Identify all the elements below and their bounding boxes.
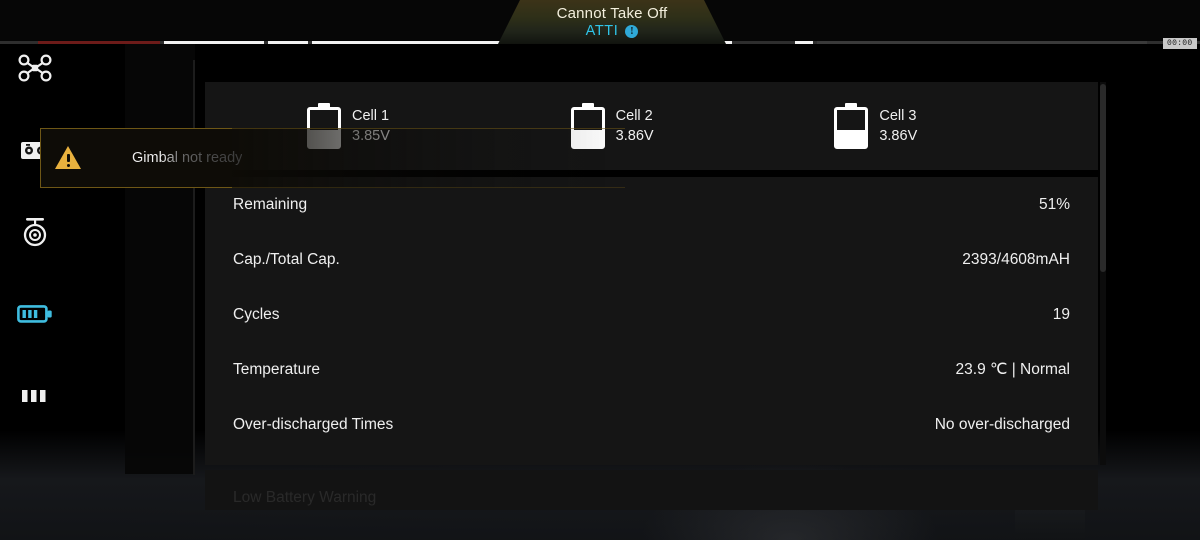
row-label: Cycles: [233, 305, 280, 323]
progress-segment-red: [38, 41, 160, 44]
cell-battery-icon: [834, 103, 869, 149]
flight-mode-text: ATTI: [585, 23, 619, 39]
row-value: No over-discharged: [934, 415, 1070, 433]
progress-segment-4: [795, 41, 813, 44]
table-row: Cycles 19: [205, 287, 1098, 342]
sidebar-item-battery[interactable]: [0, 286, 70, 342]
cell-label: Cell 2: [615, 108, 653, 124]
battery-details-panel: Remaining 51% Cap./Total Cap. 2393/4608m…: [205, 177, 1098, 465]
warning-toast-fade: [232, 128, 625, 188]
table-row: Over-discharged Times No over-discharged: [205, 397, 1098, 452]
gimbal-icon: [23, 218, 47, 247]
flight-timer-badge: 00:00: [1163, 38, 1197, 49]
progress-segment-1: [164, 41, 264, 44]
battery-details-panel-partial: Low Battery Warning: [205, 470, 1098, 510]
sidebar-item-more[interactable]: [0, 368, 70, 424]
cell-voltage: 3.86V: [879, 128, 918, 144]
table-row: Cap./Total Cap. 2393/4608mAH: [205, 232, 1098, 287]
cell-readout: Cell 3 3.86V: [879, 106, 917, 146]
info-icon[interactable]: !: [625, 24, 639, 38]
row-label: Remaining: [233, 195, 308, 213]
row-value: 2393/4608mAH: [962, 250, 1070, 268]
row-label: Low Battery Warning: [233, 488, 377, 506]
cell-item: Cell 3 3.86V: [834, 103, 1098, 149]
flight-status-text: Cannot Take Off: [556, 5, 668, 22]
row-value: 51%: [1038, 195, 1070, 213]
settings-sidebar: [125, 44, 195, 474]
panel-scrollbar-thumb[interactable]: [1100, 84, 1106, 272]
progress-segment-grey: [817, 41, 1147, 44]
more-icon: [22, 390, 46, 402]
sidebar-item-aircraft[interactable]: [0, 40, 70, 96]
flight-status-banner[interactable]: Cannot Take Off ATTI !: [498, 0, 726, 44]
row-value: 23.9 ℃ | Normal: [955, 361, 1070, 378]
warning-triangle-icon: [55, 146, 81, 170]
warning-toast[interactable]: Gimbal not ready: [40, 128, 625, 188]
cell-label: Cell 1: [352, 108, 390, 124]
sidebar-item-gimbal[interactable]: [0, 204, 70, 260]
table-row: Temperature 23.9 ℃ | Normal: [205, 342, 1098, 397]
drone-control-app: 0.0 m 0.0 m VS 0.1 HS 0.0 m/s Cannot Tak…: [0, 0, 1200, 540]
row-label: Cap./Total Cap.: [233, 250, 340, 268]
progress-segment-2: [268, 41, 308, 44]
row-value: 19: [1052, 305, 1070, 323]
sidebar-divider: [193, 60, 195, 475]
cell-label: Cell 3: [879, 108, 917, 124]
table-row: Low Battery Warning: [205, 470, 1098, 510]
battery-icon: [17, 305, 52, 323]
row-label: Over-discharged Times: [233, 415, 394, 433]
warning-message: Gimbal not ready: [132, 128, 242, 188]
aircraft-icon: [18, 54, 52, 82]
flight-mode-row: ATTI !: [586, 23, 639, 39]
row-label: Temperature: [233, 360, 321, 378]
